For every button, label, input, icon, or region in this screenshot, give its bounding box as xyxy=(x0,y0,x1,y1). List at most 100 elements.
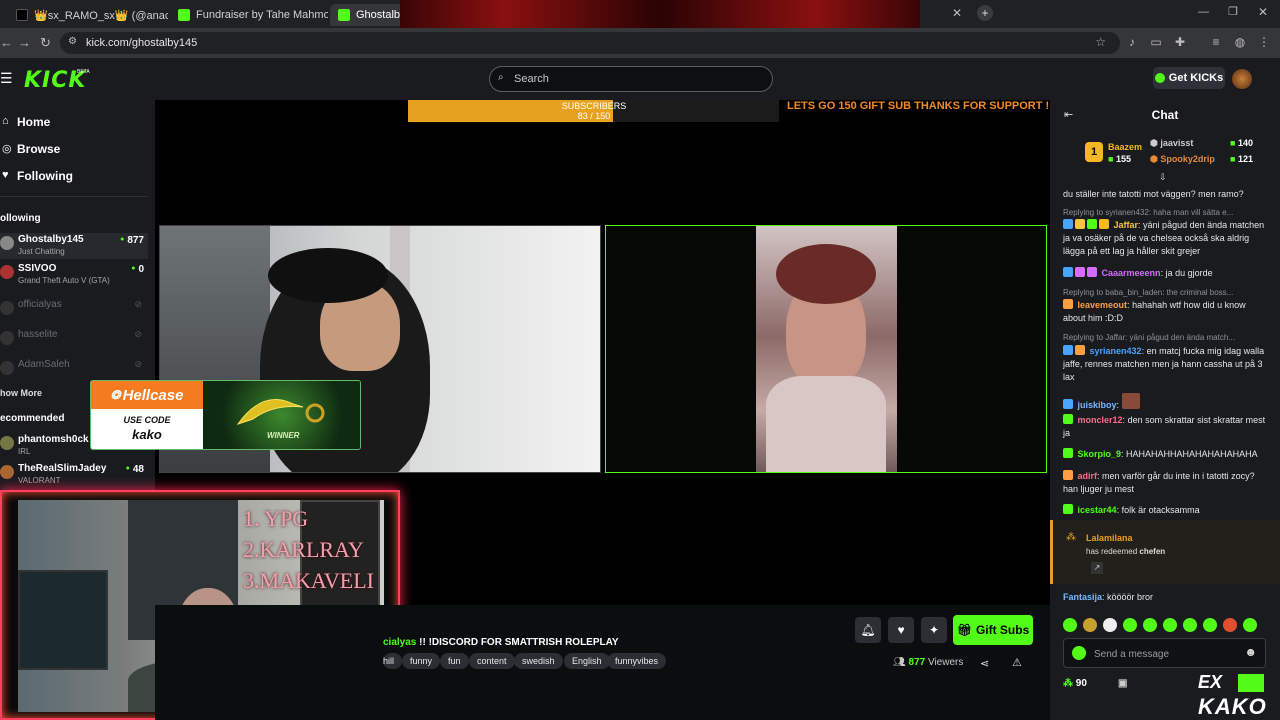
chat-username[interactable]: Jaffar xyxy=(1114,220,1139,230)
close-window-icon[interactable]: ✕ xyxy=(1258,5,1268,19)
emote-icon[interactable] xyxy=(1123,618,1137,632)
chat-input[interactable] xyxy=(1094,646,1244,662)
rank-3: 3.MAKAVELI xyxy=(243,568,374,593)
search-bar[interactable]: ⌕ Search xyxy=(489,66,773,92)
tag[interactable]: funny xyxy=(402,653,441,669)
emote-icon[interactable] xyxy=(1163,618,1177,632)
follow-button[interactable]: ♥ xyxy=(888,617,914,643)
leader-name[interactable]: ⬢ Spooky2drip xyxy=(1150,154,1215,165)
profile-icon[interactable]: ◍ xyxy=(1233,35,1247,49)
use-code-label: USE CODE xyxy=(123,415,171,425)
badge-icon xyxy=(1063,448,1073,458)
sidebar-channel[interactable]: officialyas ⊘ xyxy=(0,298,148,324)
streamer-name[interactable]: cialyas xyxy=(383,637,416,648)
tag[interactable]: fun xyxy=(440,653,469,669)
chat-username[interactable]: Caaarmeeenn xyxy=(1102,268,1161,278)
tag[interactable]: English xyxy=(564,653,610,669)
get-kicks-button[interactable]: Get KICKs xyxy=(1153,67,1225,89)
url-field[interactable]: ⚙ kick.com/ghostalby145 ☆ xyxy=(60,32,1120,54)
leader-name[interactable]: Baazem xyxy=(1108,142,1142,152)
divider xyxy=(0,196,148,197)
subscriber-goal-text: SUBSCRIBERS 83 / 150 xyxy=(408,101,780,121)
viewer-number: 877 xyxy=(908,657,926,668)
gift-icon: ■ xyxy=(1108,154,1114,164)
sidebar-channel[interactable]: TheRealSlimJadey VALORANT 48 xyxy=(0,462,148,488)
share-icon[interactable]: ⋖ xyxy=(980,657,989,670)
rank-2: 2.KARLRAY xyxy=(243,537,364,562)
minimize-icon[interactable]: — xyxy=(1198,6,1209,18)
gift-leaderboard: 1 Baazem ■ 155 ⬢ jaavisst ■ 140 ⬢ Spooky… xyxy=(1050,134,1280,174)
emote-icon[interactable] xyxy=(1083,618,1097,632)
chat-username[interactable]: leavemeout xyxy=(1078,300,1128,310)
sidebar-channel[interactable]: SSIVOO Grand Theft Auto V (GTA) 0 xyxy=(0,262,148,288)
browser-tab-1[interactable]: 👑sx_RAMO_sx👑 (@anac ◀) ✕ xyxy=(8,4,168,26)
channel-points[interactable]: 90 xyxy=(1076,678,1087,689)
chat-input-box[interactable]: ☻ xyxy=(1063,638,1266,668)
chat-username[interactable]: juiskiboy xyxy=(1078,400,1117,410)
clip-button[interactable]: ✦ xyxy=(921,617,947,643)
emote-icon[interactable] xyxy=(1063,618,1077,632)
hellcase-ad[interactable]: ❂ Hellcase USE CODE kako WINNER xyxy=(90,380,361,450)
bronze-badge-icon: ⬢ xyxy=(1150,154,1158,164)
extensions-icon[interactable]: ✚ xyxy=(1173,35,1187,49)
tag[interactable]: funnyvibes xyxy=(607,653,667,669)
emote-icon[interactable] xyxy=(1143,618,1157,632)
chat-username[interactable]: Fantasija xyxy=(1063,592,1102,602)
chat-username[interactable]: syrianen432 xyxy=(1090,346,1142,356)
badge-icon xyxy=(1075,345,1085,355)
chat-username[interactable]: icestar44 xyxy=(1078,505,1117,515)
show-more-link[interactable]: how More xyxy=(0,388,42,398)
notification-bell-button[interactable]: 🔔︎ xyxy=(855,617,881,643)
sidebar-item-following[interactable]: Following xyxy=(17,169,73,183)
sidebar-channel[interactable]: Ghostalby145 Just Chatting 877 xyxy=(0,233,148,259)
close-tab-icon[interactable]: ✕ xyxy=(952,6,962,20)
browser-tab-2[interactable]: Fundraiser by Tahe Mahmoud ✕ xyxy=(170,4,328,26)
channel-avatar xyxy=(0,331,14,345)
chat-username[interactable]: moncler12 xyxy=(1078,415,1123,425)
badge-icon xyxy=(1087,267,1097,277)
bookmark-star-icon[interactable]: ☆ xyxy=(1095,35,1106,49)
gift-icon: ■ xyxy=(1230,138,1236,148)
site-info-icon[interactable]: ⚙ xyxy=(68,36,77,47)
kick-emote-icon[interactable] xyxy=(1072,646,1086,660)
gift-icon[interactable]: ▣ xyxy=(1118,678,1127,689)
user-avatar[interactable] xyxy=(1232,69,1252,89)
emoji-picker-icon[interactable]: ☻ xyxy=(1244,645,1257,659)
forward-icon[interactable]: → xyxy=(18,35,31,50)
screen-icon[interactable]: ▭ xyxy=(1149,35,1163,49)
emote-icon[interactable] xyxy=(1223,618,1237,632)
gofundme-icon xyxy=(178,9,190,21)
kako-watermark: EX KAKO xyxy=(1198,672,1280,720)
chat-username[interactable]: Skorpio_9 xyxy=(1078,449,1122,459)
emote-icon[interactable] xyxy=(1203,618,1217,632)
new-tab-button[interactable]: + xyxy=(977,5,993,21)
pin-icon[interactable]: ⇩ xyxy=(1159,172,1167,183)
back-icon[interactable]: ← xyxy=(0,35,13,50)
goal-ticker: LETS GO 150 GIFT SUB THANKS FOR SUPPORT … xyxy=(787,100,1053,112)
chat-message: Fantasija: köööör bror xyxy=(1063,592,1154,602)
tag[interactable]: hill xyxy=(383,653,403,669)
leader-name[interactable]: ⬢ jaavisst xyxy=(1150,138,1193,149)
emote-icon[interactable] xyxy=(1103,618,1117,632)
restore-icon[interactable]: ❐ xyxy=(1228,5,1238,18)
sidebar-item-browse[interactable]: Browse xyxy=(17,142,60,156)
menu-dots-icon[interactable]: ⋮ xyxy=(1257,35,1271,49)
emote-icon[interactable] xyxy=(1183,618,1197,632)
hamburger-menu-icon[interactable]: ☰ xyxy=(0,70,13,87)
emote-image xyxy=(1121,393,1140,409)
redeem-username[interactable]: Lalamilana xyxy=(1086,533,1133,543)
guest-body xyxy=(766,376,886,472)
reload-icon[interactable]: ↻ xyxy=(40,35,51,51)
chat-username[interactable]: adirf xyxy=(1078,471,1098,481)
sidebar-item-home[interactable]: Home xyxy=(17,115,50,129)
microphone-icon[interactable]: ♪ xyxy=(1125,35,1139,49)
browser-tab-3[interactable]: Ghostalby14… xyxy=(330,4,410,26)
reading-list-icon[interactable]: ≡ xyxy=(1209,35,1223,49)
gift-subs-button[interactable]: 🎁︎ Gift Subs xyxy=(953,615,1033,645)
report-icon[interactable]: ⚠ xyxy=(1012,656,1022,669)
channel-name: hasselite xyxy=(18,329,58,340)
sidebar-channel[interactable]: hasselite ⊘ xyxy=(0,328,148,354)
tag[interactable]: swedish xyxy=(514,653,563,669)
tag[interactable]: content xyxy=(469,653,515,669)
emote-icon[interactable] xyxy=(1243,618,1257,632)
